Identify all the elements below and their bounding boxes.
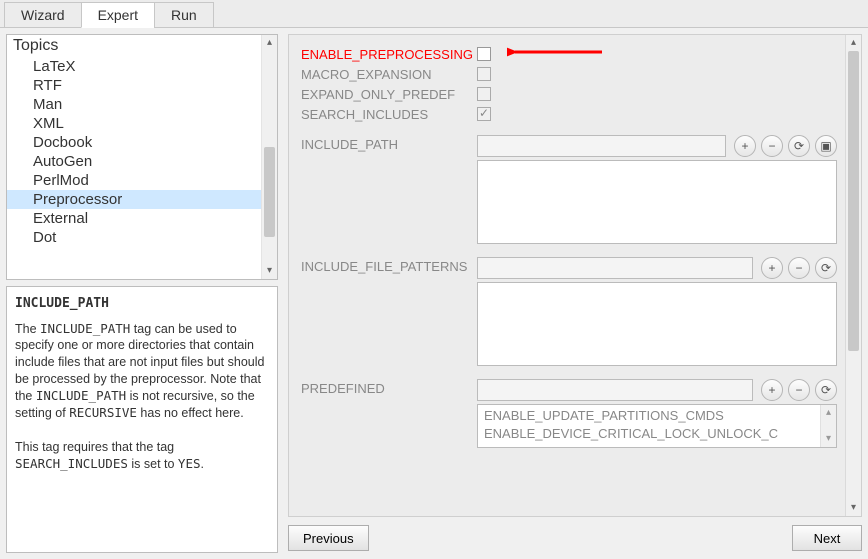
label-enable-preprocessing: ENABLE_PREPROCESSING <box>301 45 477 62</box>
label-search-includes: SEARCH_INCLUDES <box>301 105 477 122</box>
help-paragraph: This tag requires that the tag SEARCH_IN… <box>15 439 269 473</box>
tree-item-autogen[interactable]: AutoGen <box>7 152 277 171</box>
remove-button[interactable]: − <box>788 379 810 401</box>
add-button[interactable]: + <box>761 257 783 279</box>
label-include-file-patterns: INCLUDE_FILE_PATTERNS <box>301 257 477 274</box>
help-panel: INCLUDE_PATH The INCLUDE_PATH tag can be… <box>6 286 278 553</box>
tree-item-xml[interactable]: XML <box>7 114 277 133</box>
scroll-down-icon[interactable]: ▾ <box>821 431 836 447</box>
tree-item-latex[interactable]: LaTeX <box>7 57 277 76</box>
remove-button[interactable]: − <box>761 135 783 157</box>
label-expand-only-predef: EXPAND_ONLY_PREDEF <box>301 85 477 102</box>
scroll-up-icon[interactable]: ▴ <box>821 405 836 421</box>
topics-tree: Topics LaTeXRTFManXMLDocbookAutoGenPerlM… <box>6 34 278 280</box>
input-include-path[interactable] <box>477 135 726 157</box>
refresh-button[interactable]: ⟳ <box>788 135 810 157</box>
label-include-path: INCLUDE_PATH <box>301 135 477 152</box>
refresh-button[interactable]: ⟳ <box>815 379 837 401</box>
scroll-up-icon[interactable]: ▴ <box>262 35 277 51</box>
checkbox-macro-expansion[interactable] <box>477 67 491 81</box>
refresh-button[interactable]: ⟳ <box>815 257 837 279</box>
checkbox-enable-preprocessing[interactable] <box>477 47 491 61</box>
browse-button[interactable]: ▣ <box>815 135 837 157</box>
list-scrollbar[interactable]: ▴ ▾ <box>820 405 836 447</box>
annotation-arrow <box>507 45 607 61</box>
tree-scrollbar[interactable]: ▴ ▾ <box>261 35 277 279</box>
label-macro-expansion: MACRO_EXPANSION <box>301 65 477 82</box>
tree-item-man[interactable]: Man <box>7 95 277 114</box>
tab-row: Wizard Expert Run <box>0 0 868 28</box>
tab-wizard[interactable]: Wizard <box>4 2 82 28</box>
tree-item-dot[interactable]: Dot <box>7 228 277 247</box>
list-item[interactable]: ENABLE_DEVICE_CRITICAL_LOCK_UNLOCK_C <box>484 425 830 443</box>
add-button[interactable]: + <box>734 135 756 157</box>
remove-button[interactable]: − <box>788 257 810 279</box>
tree-item-docbook[interactable]: Docbook <box>7 133 277 152</box>
tree-title: Topics <box>7 35 277 57</box>
scroll-thumb[interactable] <box>264 147 275 237</box>
form-scrollbar[interactable]: ▴ ▾ <box>845 35 861 516</box>
previous-button[interactable]: Previous <box>288 525 369 551</box>
tree-item-perlmod[interactable]: PerlMod <box>7 171 277 190</box>
form-area: ENABLE_PREPROCESSING MACRO_EXPANSION EXP… <box>288 34 862 517</box>
list-predefined[interactable]: ENABLE_UPDATE_PARTITIONS_CMDS ENABLE_DEV… <box>477 404 837 448</box>
add-button[interactable]: + <box>761 379 783 401</box>
scroll-thumb[interactable] <box>848 51 859 351</box>
next-button[interactable]: Next <box>792 525 862 551</box>
input-include-file-patterns[interactable] <box>477 257 753 279</box>
help-paragraph: The INCLUDE_PATH tag can be used to spec… <box>15 321 269 422</box>
scroll-down-icon[interactable]: ▾ <box>262 263 277 279</box>
list-include-file-patterns[interactable] <box>477 282 837 366</box>
help-title: INCLUDE_PATH <box>15 295 269 313</box>
label-predefined: PREDEFINED <box>301 379 477 396</box>
list-include-path[interactable] <box>477 160 837 244</box>
scroll-up-icon[interactable]: ▴ <box>846 35 861 51</box>
list-item[interactable]: ENABLE_UPDATE_PARTITIONS_CMDS <box>484 407 830 425</box>
scroll-down-icon[interactable]: ▾ <box>846 500 861 516</box>
tree-item-external[interactable]: External <box>7 209 277 228</box>
checkbox-expand-only-predef[interactable] <box>477 87 491 101</box>
tab-expert[interactable]: Expert <box>81 2 155 28</box>
tree-item-rtf[interactable]: RTF <box>7 76 277 95</box>
input-predefined[interactable] <box>477 379 753 401</box>
checkbox-search-includes[interactable] <box>477 107 491 121</box>
tree-item-preprocessor[interactable]: Preprocessor <box>7 190 277 209</box>
tab-run[interactable]: Run <box>154 2 214 28</box>
